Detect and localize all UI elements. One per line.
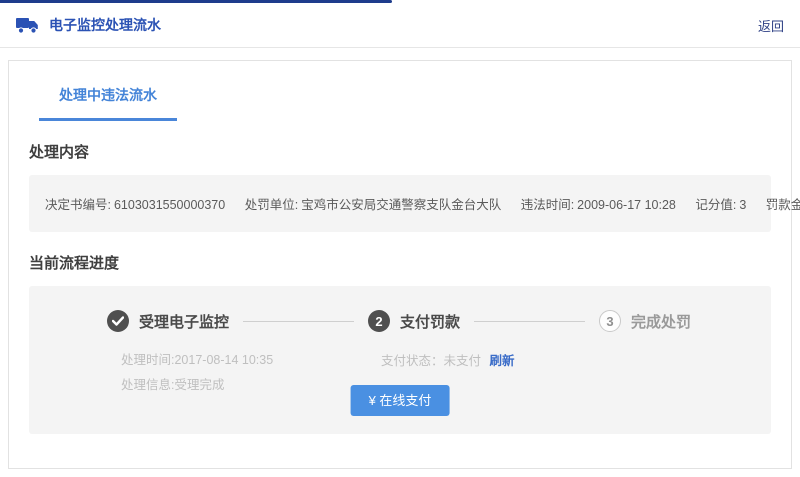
page-header: 电子监控处理流水 返回	[0, 3, 800, 48]
process-time-text: 处理时间:2017-08-14 10:35	[121, 348, 273, 373]
violation-time-label: 违法时间:	[521, 198, 574, 212]
tab-processing-violations[interactable]: 处理中违法流水	[39, 77, 177, 121]
punish-unit-value: 宝鸡市公安局交通警察支队金台大队	[301, 198, 501, 212]
step-pay-label: 支付罚款	[400, 311, 460, 332]
points-label: 记分值:	[695, 198, 736, 212]
decision-number-field: 决定书编号:6103031550000370	[45, 198, 229, 212]
truck-icon	[16, 15, 42, 35]
decision-number-label: 决定书编号:	[45, 198, 111, 212]
points-value: 3	[739, 198, 746, 212]
step-accept-label: 受理电子监控	[139, 311, 229, 332]
progress-box: 受理电子监控 2 支付罚款 3 完成处罚 处理时间:2017-08-14 10:…	[29, 286, 771, 434]
process-info-text: 处理信息:受理完成	[121, 373, 273, 398]
step-accept-monitoring: 受理电子监控	[107, 310, 229, 332]
progress-stepper: 受理电子监控 2 支付罚款 3 完成处罚	[107, 310, 691, 332]
step-complete-punishment: 3 完成处罚	[599, 310, 691, 332]
step-complete-label: 完成处罚	[631, 311, 691, 332]
check-icon	[107, 310, 129, 332]
refresh-link[interactable]: 刷新	[490, 354, 515, 368]
violation-time-field: 违法时间:2009-06-17 10:28	[521, 198, 680, 212]
back-link[interactable]: 返回	[758, 16, 784, 35]
fine-amount-field: 罚款金额:100	[766, 198, 800, 212]
step-pay-fine: 2 支付罚款	[368, 310, 460, 332]
online-pay-button[interactable]: ¥ 在线支付	[351, 385, 450, 416]
step-2-badge: 2	[368, 310, 390, 332]
progress-section-title: 当前流程进度	[29, 252, 771, 273]
violation-info-box: 决定书编号:6103031550000370 处罚单位:宝鸡市公安局交通警察支队…	[29, 175, 771, 232]
fine-amount-label: 罚款金额:	[766, 198, 800, 212]
step1-details: 处理时间:2017-08-14 10:35 处理信息:受理完成	[121, 348, 273, 398]
content-section-title: 处理内容	[29, 141, 771, 162]
tab-bar: 处理中违法流水	[9, 61, 791, 121]
violation-time-value: 2009-06-17 10:28	[577, 198, 676, 212]
step-3-badge: 3	[599, 310, 621, 332]
punish-unit-field: 处罚单位:宝鸡市公安局交通警察支队金台大队	[245, 198, 505, 212]
step-connector-1	[243, 321, 354, 322]
page-title: 电子监控处理流水	[49, 15, 161, 35]
points-field: 记分值:3	[695, 198, 749, 212]
step-connector-2	[474, 321, 585, 322]
step2-details: 支付状态：未支付 刷新	[381, 350, 515, 369]
main-card: 处理中违法流水 处理内容 决定书编号:6103031550000370 处罚单位…	[8, 60, 792, 469]
pay-status-text: 支付状态：未支付	[381, 354, 481, 368]
decision-number-value: 6103031550000370	[114, 198, 225, 212]
punish-unit-label: 处罚单位:	[245, 198, 298, 212]
